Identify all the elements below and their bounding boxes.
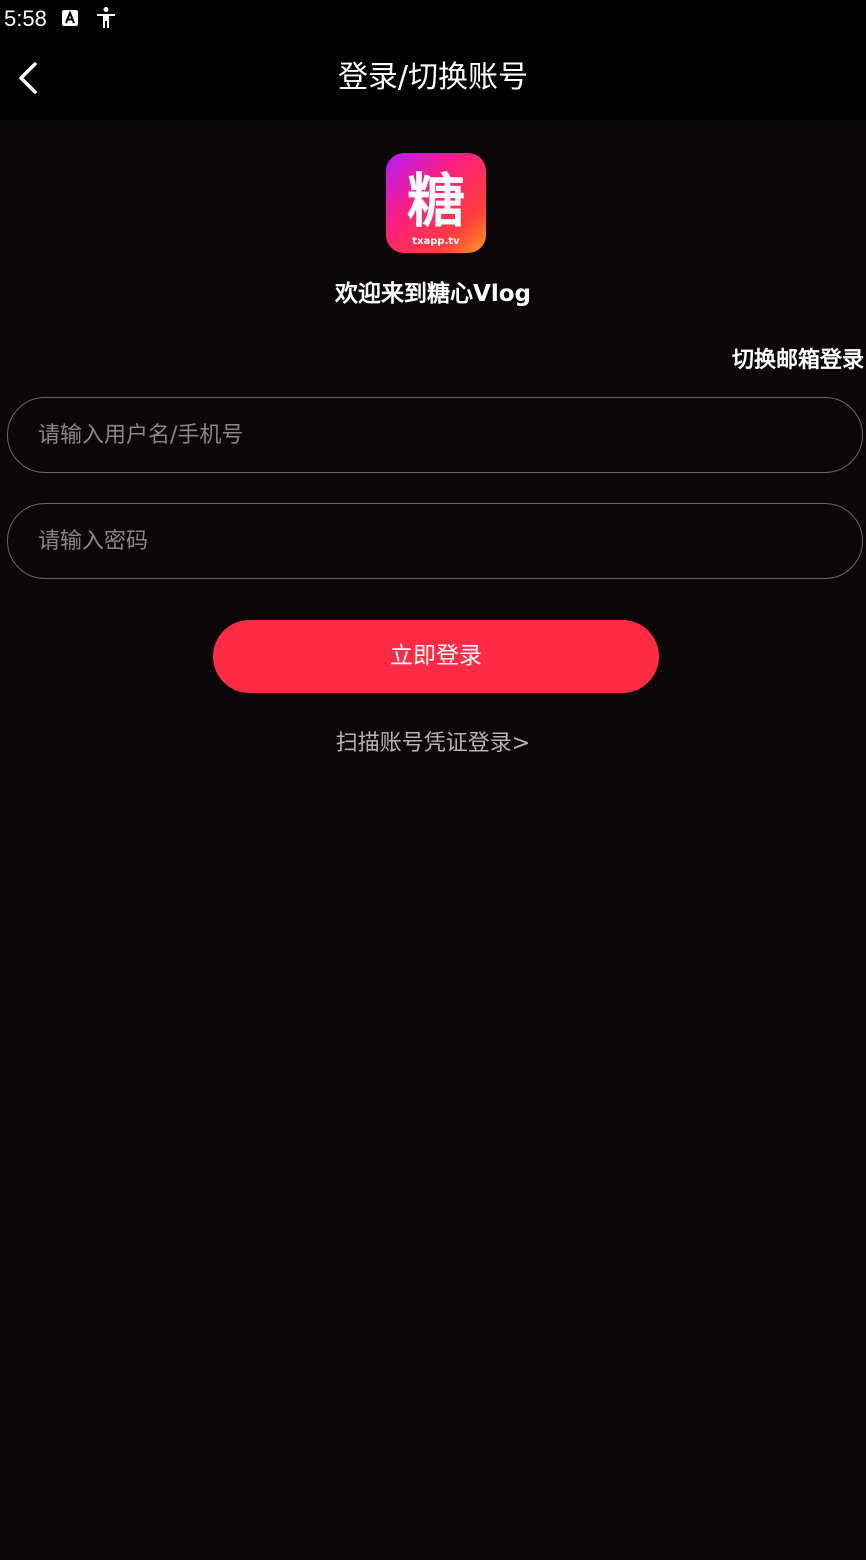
accessibility-icon [97,7,115,28]
password-field[interactable] [7,503,863,579]
logo-char: 糖 [407,167,465,235]
logo-domain: txapp.tv [412,236,460,247]
password-input[interactable] [36,527,820,555]
page-title: 登录/切换账号 [337,60,529,95]
top-app-bar: 登录/切换账号 [0,38,866,120]
app-logo: 糖 txapp.tv [386,153,486,253]
switch-email-login-link[interactable]: 切换邮箱登录 [732,344,864,378]
username-field[interactable] [7,397,863,473]
scan-credential-login-link[interactable]: 扫描账号凭证登录> [0,726,866,762]
username-input[interactable] [36,421,820,449]
login-button[interactable]: 立即登录 [213,620,659,693]
app-logo-icon: 糖 txapp.tv [386,153,486,253]
a-notification-icon [62,10,78,26]
status-time: 5:58 [4,6,47,31]
welcome-text: 欢迎来到糖心Vlog [335,281,531,307]
status-bar: 5:58 [0,0,866,38]
